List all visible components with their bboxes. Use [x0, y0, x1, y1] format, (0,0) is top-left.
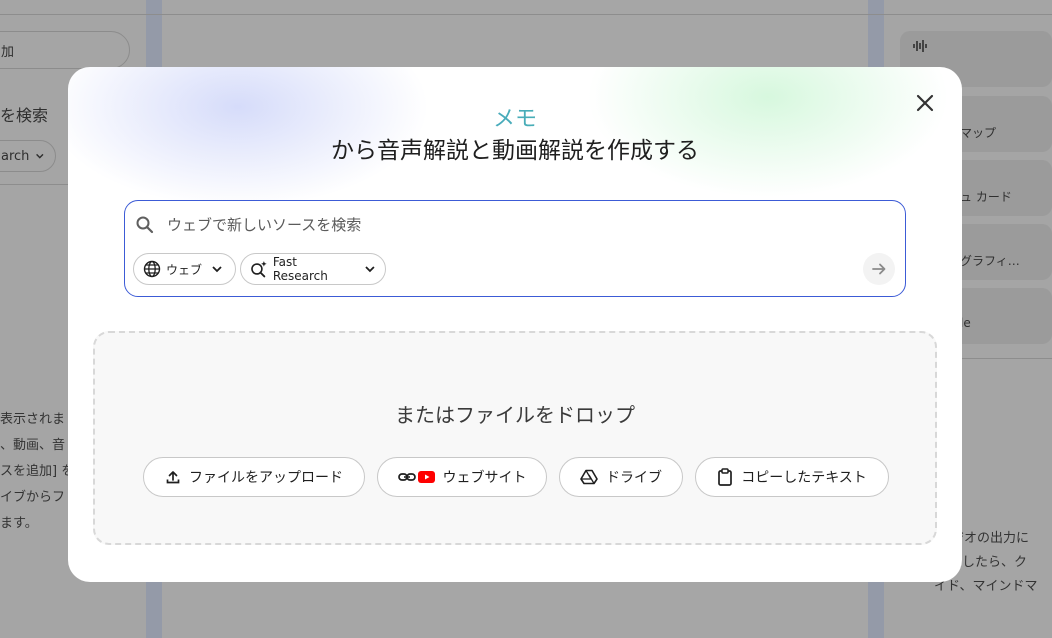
empty-state-line: ます。	[0, 516, 38, 531]
empty-state-text: 表示されま 、動画、音 スを追加] を イブからフ ます。	[0, 410, 74, 534]
header-divider	[0, 14, 1052, 15]
studio-card-label: グラフィ…	[960, 254, 1020, 268]
source-type-label: ウェブ	[166, 262, 203, 277]
add-source-button[interactable]: 加	[0, 31, 130, 69]
website-label: ウェブサイト	[442, 470, 527, 486]
empty-state-line: スを追加] を	[0, 464, 75, 479]
chevron-down-icon	[212, 266, 222, 273]
add-source-label: 加	[1, 44, 15, 60]
search-icon	[136, 216, 154, 234]
paste-text-label: コピーしたテキスト	[741, 470, 867, 486]
search-heading: を検索	[0, 106, 49, 125]
link-icon	[397, 473, 416, 481]
upload-icon	[166, 471, 180, 484]
upload-file-button[interactable]: ファイルをアップロード	[143, 457, 365, 497]
empty-state-line: 、動画、音	[0, 438, 66, 453]
audio-wave-icon	[913, 40, 927, 52]
empty-state-line: イブからフ	[0, 490, 66, 505]
research-select[interactable]: arch	[0, 140, 56, 172]
clipboard-icon	[718, 468, 733, 486]
drive-label: ドライブ	[606, 470, 662, 486]
sparkle-search-icon	[251, 261, 267, 278]
file-drop-zone[interactable]: またはファイルをドロップ ファイルをアップロード ウェブサイト ドライブ コピー…	[93, 331, 937, 545]
research-mode-dropdown[interactable]: Fast Research	[240, 253, 386, 285]
studio-empty-line: イド、マインドマ	[934, 579, 1038, 594]
drive-button[interactable]: ドライブ	[559, 457, 683, 497]
notebook-name: メモ	[68, 101, 962, 133]
empty-state-line: 表示されま	[0, 412, 66, 427]
paste-text-button[interactable]: コピーしたテキスト	[695, 457, 889, 497]
chevron-down-icon	[36, 153, 44, 159]
chevron-down-icon	[365, 266, 375, 273]
website-button[interactable]: ウェブサイト	[377, 457, 547, 497]
source-search-box: ウェブ Fast Research	[124, 200, 906, 297]
source-type-dropdown[interactable]: ウェブ	[133, 253, 236, 285]
studio-card-label: マップ	[960, 126, 997, 140]
globe-icon	[143, 260, 161, 278]
research-select-label: arch	[1, 148, 30, 164]
submit-search-button[interactable]	[863, 253, 895, 285]
arrow-right-icon	[872, 263, 886, 275]
source-search-input[interactable]	[167, 213, 867, 237]
add-source-dialog: メモ から音声解説と動画解説を作成する ウェブ Fast Research また…	[68, 67, 962, 582]
drop-zone-text: またはファイルをドロップ	[395, 403, 635, 427]
google-drive-icon	[580, 469, 598, 485]
youtube-icon	[417, 471, 435, 483]
dialog-title: から音声解説と動画解説を作成する	[331, 138, 699, 164]
upload-file-label: ファイルをアップロード	[189, 470, 343, 486]
studio-card-label: ュ カード	[960, 190, 1012, 204]
research-mode-label: Fast Research	[272, 255, 328, 283]
